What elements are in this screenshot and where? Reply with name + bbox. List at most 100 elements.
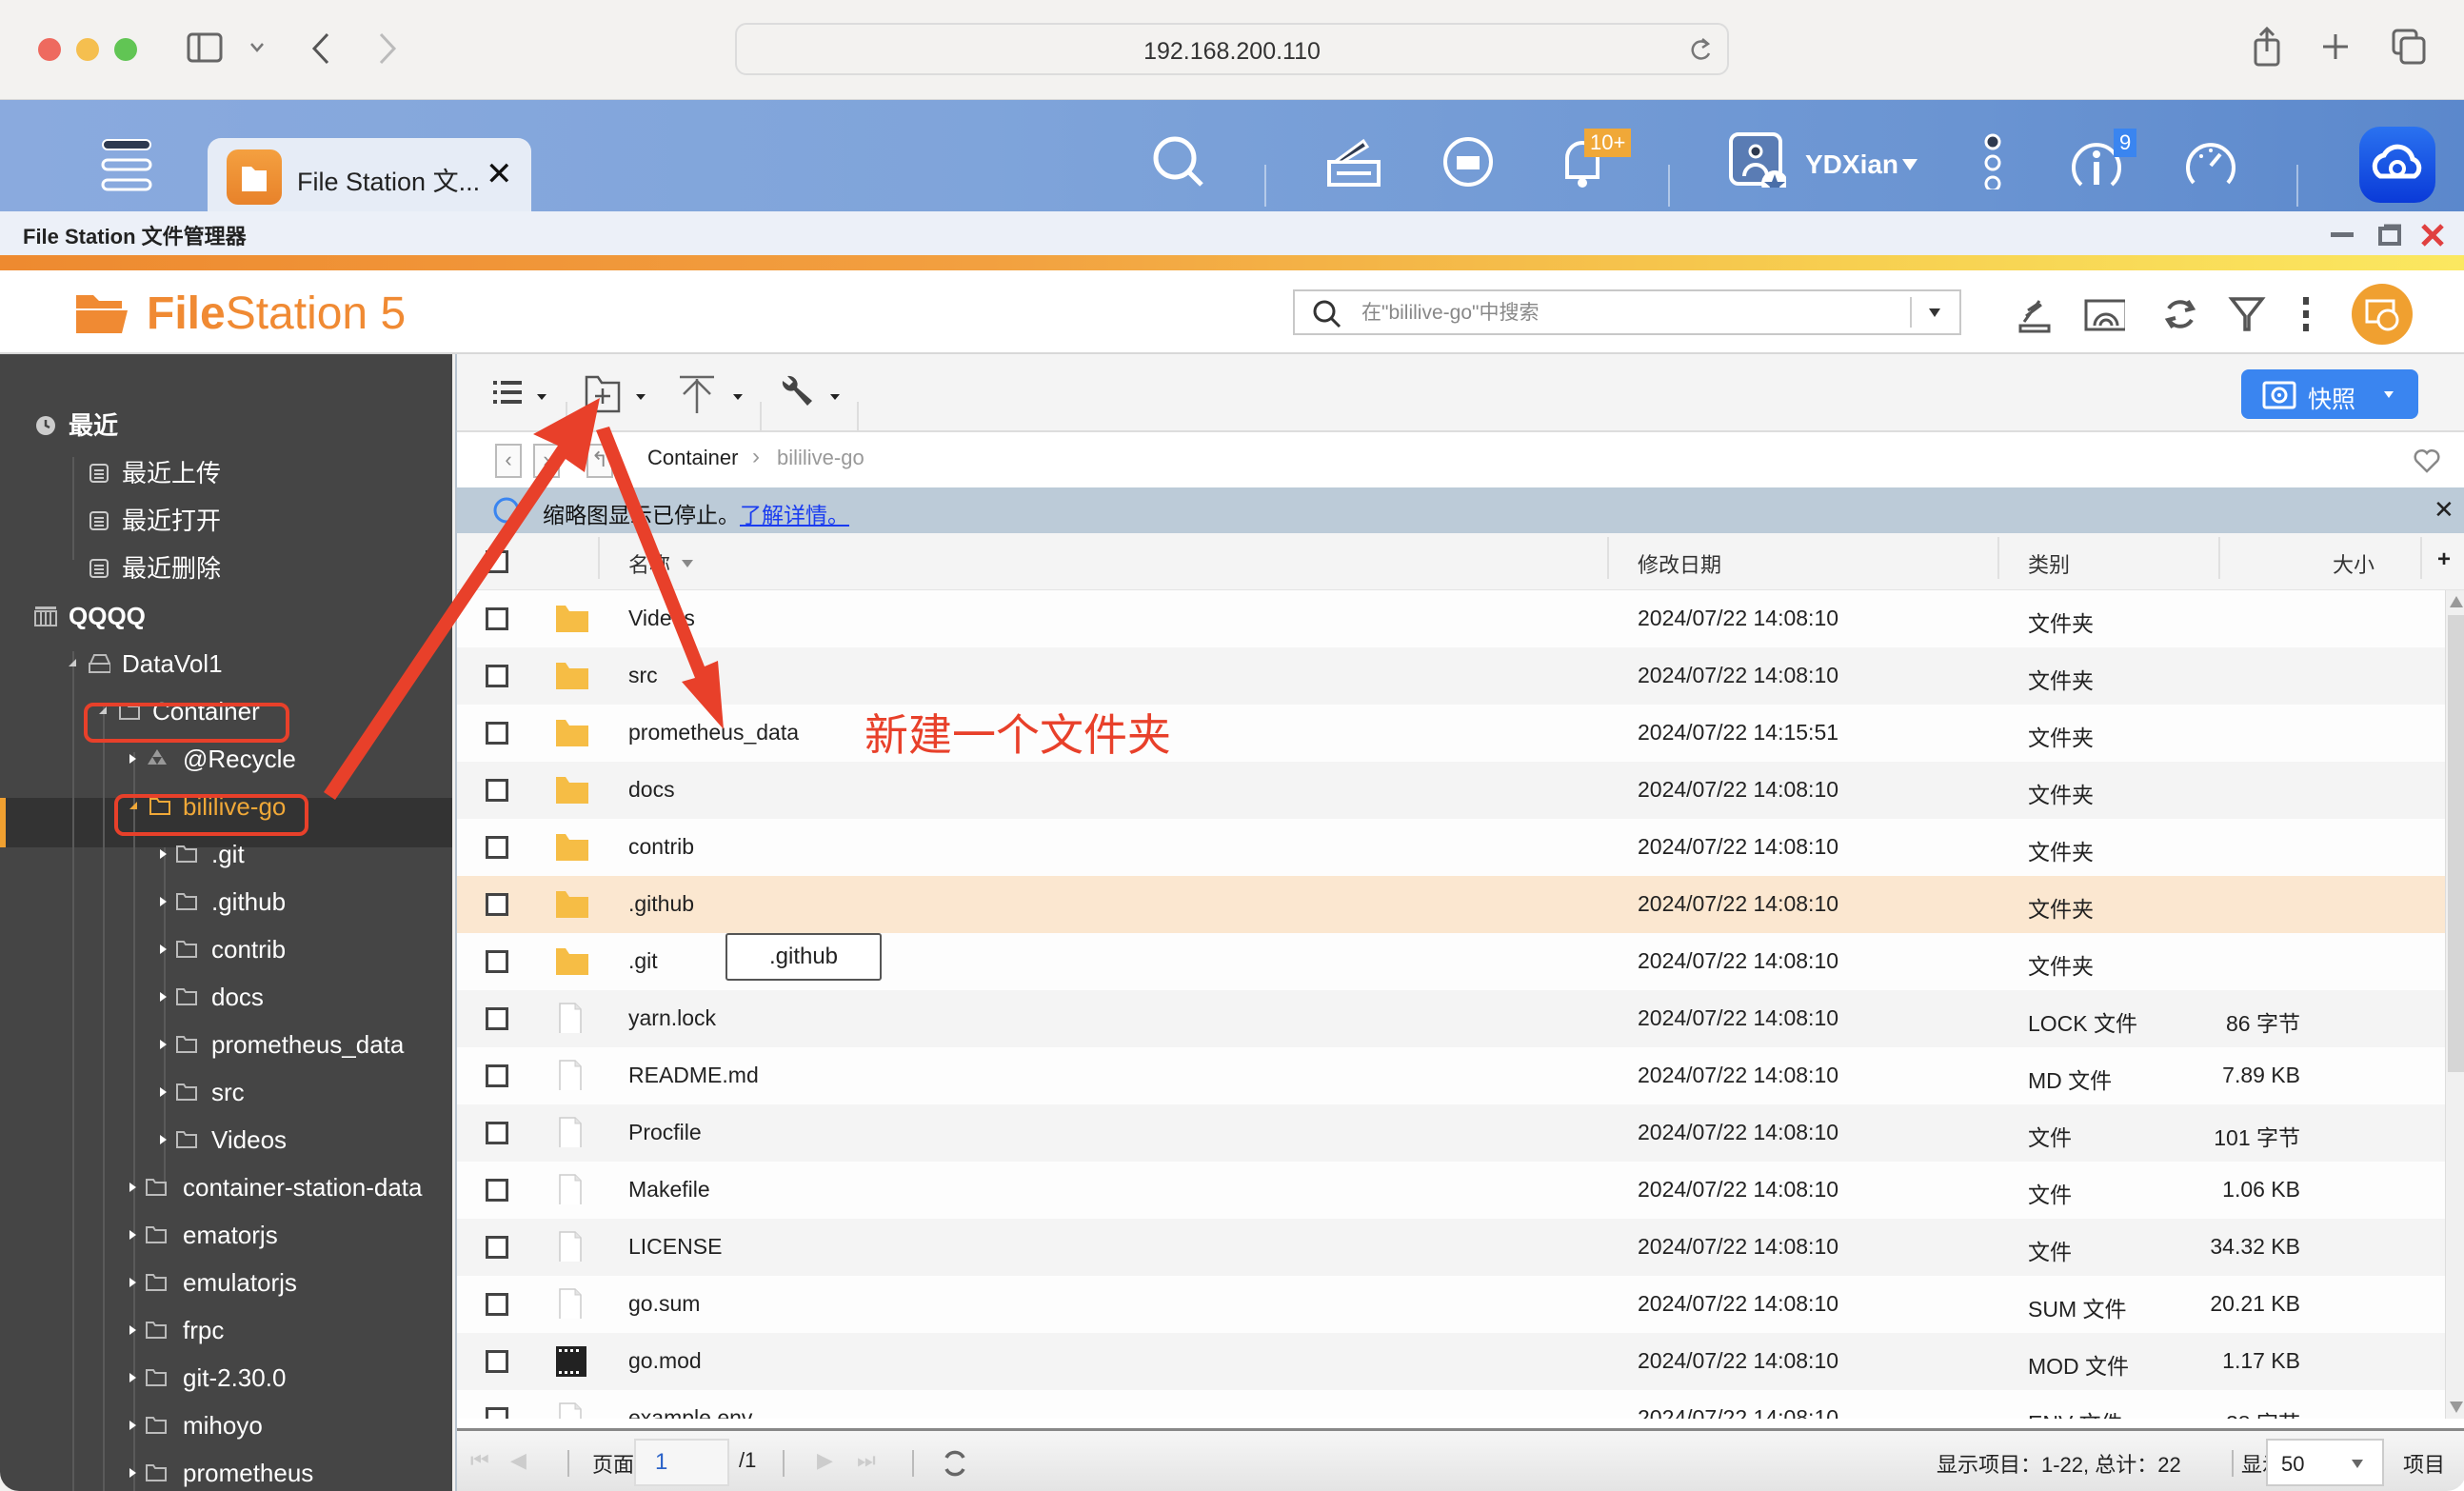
- learn-more-link[interactable]: 了解详情。: [740, 503, 849, 527]
- table-row[interactable]: Procfile 2024/07/22 14:08:10 文件 101 字节: [457, 1104, 2445, 1162]
- search-input[interactable]: [1361, 299, 1895, 328]
- row-checkbox[interactable]: [486, 779, 508, 802]
- reload-icon[interactable]: [1689, 36, 1714, 65]
- table-row[interactable]: docs 2024/07/22 14:08:10 文件夹: [457, 762, 2445, 819]
- row-checkbox[interactable]: [486, 1007, 508, 1030]
- row-checkbox[interactable]: [486, 722, 508, 745]
- collapsed-arrow-icon[interactable]: [160, 897, 167, 906]
- minimize-window-button[interactable]: [76, 38, 99, 61]
- collapsed-arrow-icon[interactable]: [160, 849, 167, 859]
- network-drive-icon[interactable]: [2083, 293, 2125, 335]
- row-checkbox[interactable]: [486, 1293, 508, 1316]
- items-per-page-select[interactable]: 50: [2266, 1439, 2384, 1486]
- column-type[interactable]: 类别: [2028, 548, 2070, 579]
- row-checkbox[interactable]: [486, 607, 508, 630]
- resource-monitor-icon[interactable]: [2182, 133, 2239, 190]
- sidebar-toggle-icon[interactable]: [187, 32, 223, 63]
- file-name[interactable]: .github: [628, 891, 694, 917]
- file-name[interactable]: Procfile: [628, 1120, 702, 1145]
- last-page-icon[interactable]: ⏭: [857, 1448, 876, 1473]
- row-checkbox[interactable]: [486, 836, 508, 859]
- breadcrumb-parent[interactable]: Container: [647, 446, 738, 470]
- close-window-button[interactable]: [38, 38, 61, 61]
- share-icon[interactable]: [2253, 27, 2281, 67]
- add-column-icon[interactable]: +: [2437, 547, 2451, 573]
- column-modified[interactable]: 修改日期: [1638, 548, 1721, 579]
- file-name[interactable]: example.env: [628, 1405, 752, 1419]
- table-row[interactable]: yarn.lock 2024/07/22 14:08:10 LOCK 文件 86 字节: [457, 990, 2445, 1047]
- username[interactable]: YDXian: [1805, 149, 1898, 180]
- tab-file-station[interactable]: File Station 文... ✕: [208, 138, 531, 212]
- collapsed-arrow-icon[interactable]: [160, 992, 167, 1002]
- collapsed-arrow-icon[interactable]: [129, 1183, 136, 1192]
- collapsed-arrow-icon[interactable]: [160, 1087, 167, 1097]
- close-tab-icon[interactable]: ✕: [486, 155, 513, 193]
- qsync-button[interactable]: [2352, 284, 2413, 345]
- row-checkbox[interactable]: [486, 893, 508, 916]
- table-row[interactable]: Makefile 2024/07/22 14:08:10 文件 1.06 KB: [457, 1162, 2445, 1219]
- background-tasks-icon[interactable]: [1325, 133, 1382, 190]
- file-name[interactable]: contrib: [628, 834, 694, 860]
- chevron-down-icon[interactable]: [249, 42, 265, 53]
- more-icon[interactable]: [2296, 293, 2338, 335]
- row-checkbox[interactable]: [486, 1122, 508, 1144]
- close-icon[interactable]: [2420, 223, 2445, 248]
- collapsed-arrow-icon[interactable]: [160, 1040, 167, 1049]
- close-infobar-icon[interactable]: ✕: [2434, 495, 2454, 525]
- table-row[interactable]: prometheus_data 2024/07/22 14:15:51 文件夹: [457, 705, 2445, 762]
- user-menu-caret-icon[interactable]: [1902, 159, 1918, 170]
- file-name[interactable]: yarn.lock: [628, 1005, 716, 1031]
- row-checkbox[interactable]: [486, 665, 508, 687]
- column-size[interactable]: 大小: [2251, 548, 2375, 579]
- favorite-heart-icon[interactable]: [2413, 447, 2441, 474]
- collapsed-arrow-icon[interactable]: [160, 1135, 167, 1144]
- prev-page-icon[interactable]: ◀: [510, 1448, 527, 1473]
- tools-button[interactable]: [777, 373, 853, 415]
- file-name[interactable]: prometheus_data: [628, 720, 799, 746]
- create-folder-button[interactable]: [583, 373, 659, 415]
- file-name[interactable]: docs: [628, 777, 675, 803]
- refresh-icon[interactable]: [941, 1448, 969, 1479]
- file-name[interactable]: src: [628, 663, 658, 688]
- row-checkbox[interactable]: [486, 950, 508, 973]
- back-button[interactable]: ‹: [495, 444, 522, 478]
- filter-icon[interactable]: [2226, 293, 2268, 335]
- row-checkbox[interactable]: [486, 1350, 508, 1373]
- file-name[interactable]: Makefile: [628, 1177, 710, 1203]
- parent-folder-button[interactable]: ↰: [586, 444, 613, 478]
- forward-button[interactable]: ›: [533, 444, 560, 478]
- collapsed-arrow-icon[interactable]: [129, 1468, 136, 1478]
- collapsed-arrow-icon[interactable]: [129, 1278, 136, 1287]
- collapsed-arrow-icon[interactable]: [129, 1421, 136, 1430]
- user-avatar-icon[interactable]: [1729, 130, 1786, 188]
- tab-overview-icon[interactable]: [2392, 29, 2426, 65]
- search-options-caret-icon[interactable]: [1929, 308, 1940, 317]
- background-tasks-icon[interactable]: [2015, 293, 2057, 335]
- file-name[interactable]: README.md: [628, 1063, 759, 1088]
- minimize-icon[interactable]: [2331, 232, 2354, 237]
- external-device-icon[interactable]: [1440, 133, 1497, 190]
- scroll-up-icon[interactable]: [2450, 596, 2463, 607]
- upload-button[interactable]: [676, 373, 752, 415]
- forward-icon[interactable]: [377, 32, 398, 65]
- table-row[interactable]: go.mod 2024/07/22 14:08:10 MOD 文件 1.17 KB: [457, 1333, 2445, 1390]
- collapsed-arrow-icon[interactable]: [129, 1325, 136, 1335]
- row-checkbox[interactable]: [486, 1179, 508, 1202]
- scroll-down-icon[interactable]: [2450, 1402, 2463, 1413]
- view-mode-button[interactable]: [491, 373, 558, 415]
- zoom-window-button[interactable]: [114, 38, 137, 61]
- next-page-icon[interactable]: ▶: [817, 1448, 833, 1473]
- search-box[interactable]: [1293, 289, 1961, 335]
- table-row[interactable]: Videos 2024/07/22 14:08:10 文件夹: [457, 590, 2445, 647]
- maximize-icon[interactable]: [2376, 223, 2403, 248]
- sort-desc-icon[interactable]: [682, 560, 693, 567]
- row-checkbox[interactable]: [486, 1064, 508, 1087]
- file-name[interactable]: LICENSE: [628, 1234, 722, 1260]
- table-row[interactable]: contrib 2024/07/22 14:08:10 文件夹: [457, 819, 2445, 876]
- vertical-scrollbar[interactable]: [2445, 590, 2464, 1419]
- row-checkbox[interactable]: [486, 1407, 508, 1419]
- page-number-input[interactable]: [634, 1439, 729, 1486]
- file-name[interactable]: Videos: [628, 606, 695, 631]
- address-bar[interactable]: 192.168.200.110: [735, 23, 1729, 75]
- file-name[interactable]: .git: [628, 948, 658, 974]
